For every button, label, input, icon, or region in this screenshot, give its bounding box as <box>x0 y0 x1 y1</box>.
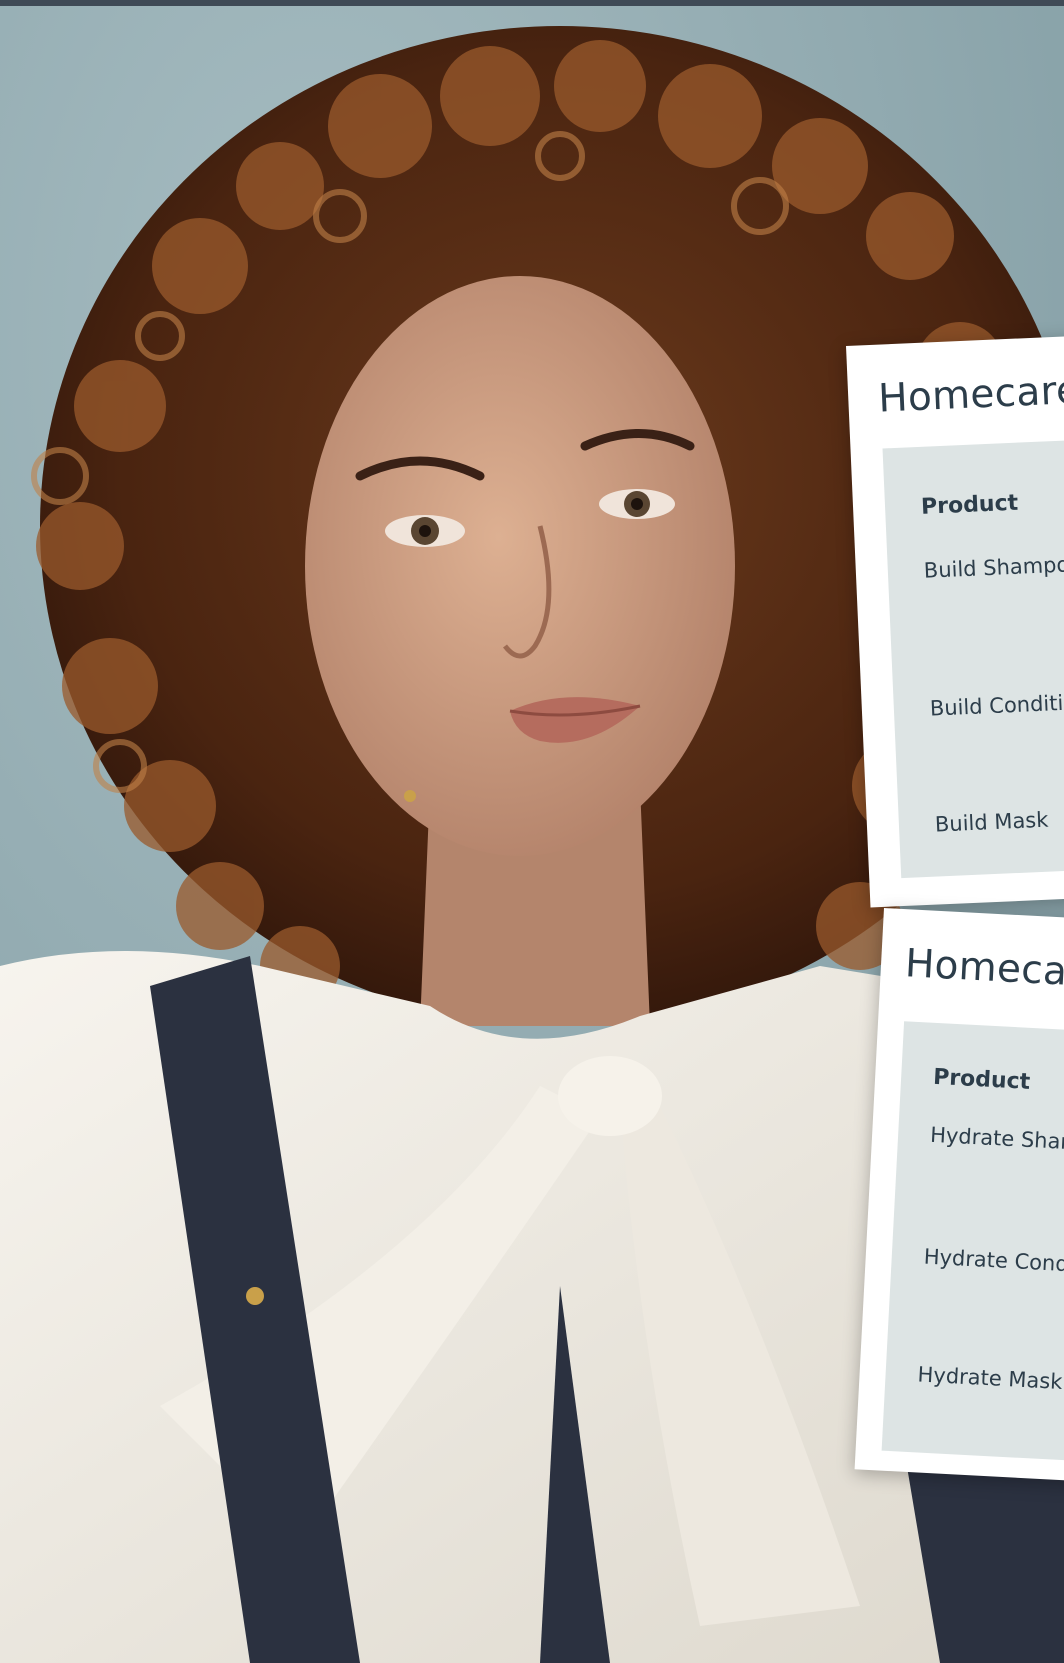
column-header-product: Product <box>932 1064 1031 1095</box>
column-header-product: Product <box>920 490 1019 520</box>
homecare-card-hydrate: Homecare Product Hydrate Shampoo Hydrate… <box>854 908 1064 1483</box>
product-table: Product Build Shampoo Build Conditioner … <box>882 438 1064 879</box>
product-row: Build Shampoo <box>923 551 1064 583</box>
homecare-card-build: Homecare Product Build Shampoo Build Con… <box>846 334 1064 908</box>
product-row: Hydrate Shampoo <box>929 1122 1064 1157</box>
page: Homecare Product Build Shampoo Build Con… <box>0 0 1064 1663</box>
product-row: Hydrate Conditioner <box>923 1244 1064 1280</box>
product-row: Build Mask <box>934 807 1049 837</box>
product-row: Build Conditioner <box>929 688 1064 721</box>
product-row: Hydrate Mask <box>917 1362 1064 1394</box>
card-title: Homecare <box>903 941 1064 997</box>
card-title: Homecare <box>877 367 1064 422</box>
product-table: Product Hydrate Shampoo Hydrate Conditio… <box>881 1021 1064 1464</box>
